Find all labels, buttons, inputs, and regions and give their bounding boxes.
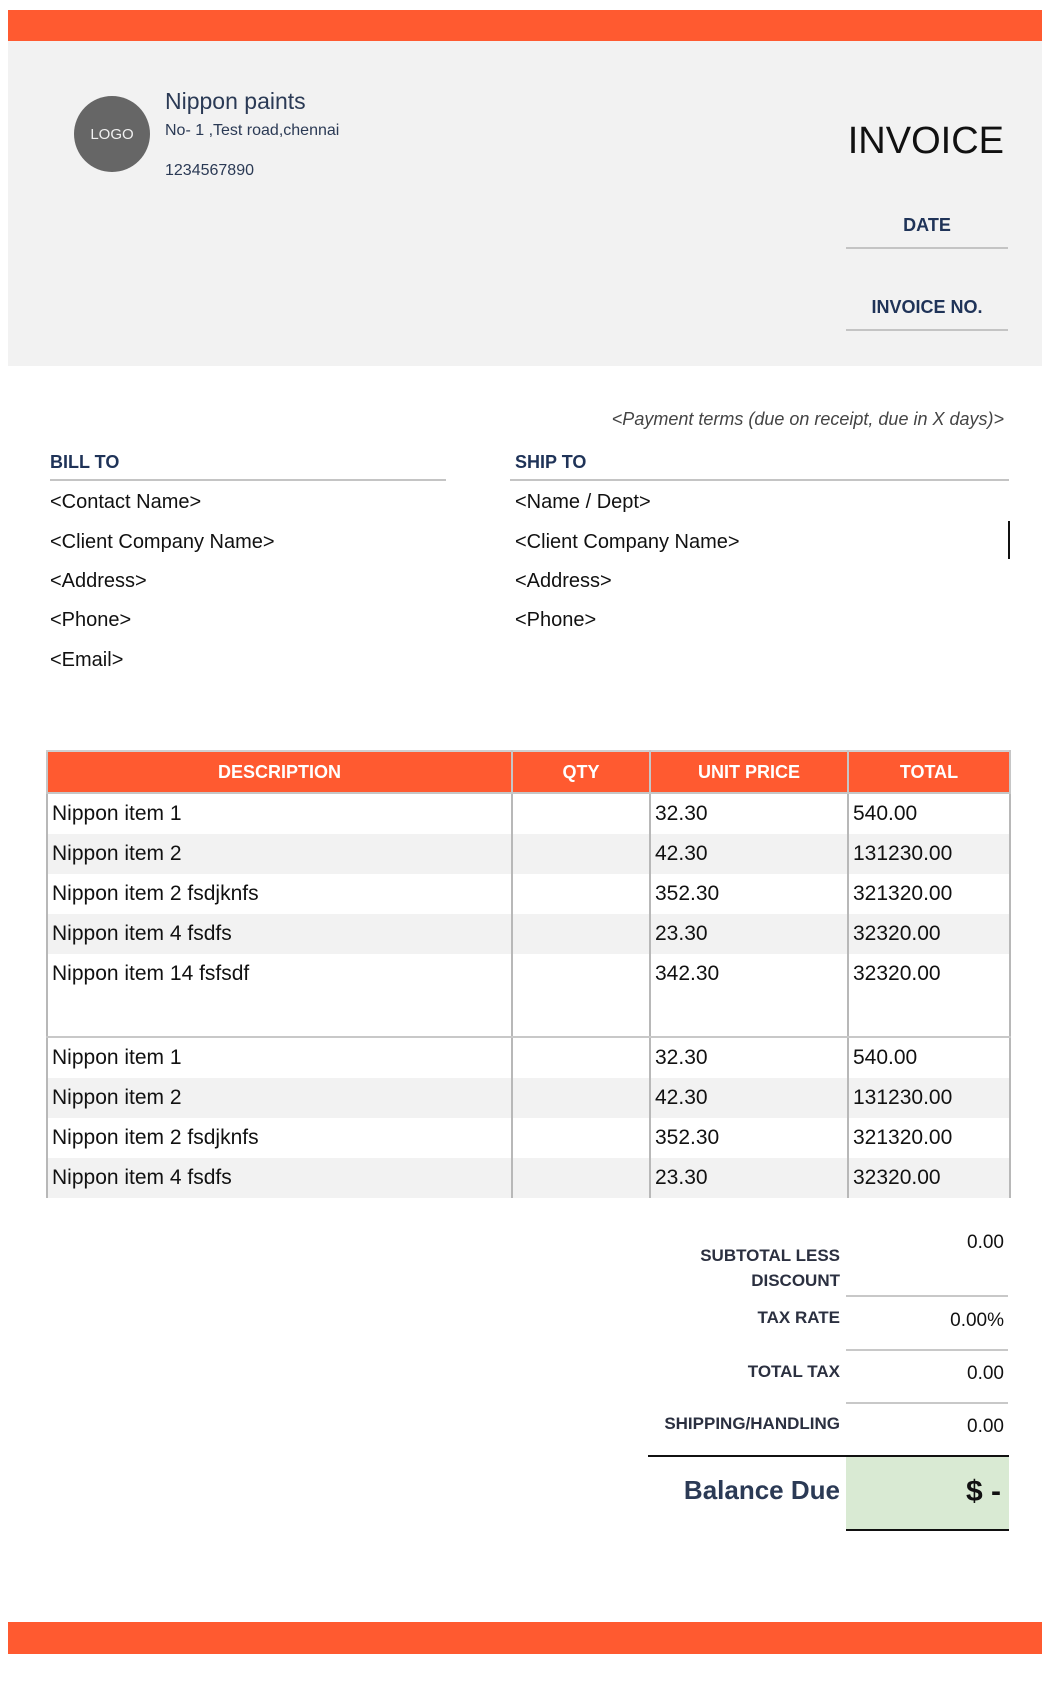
cell-description[interactable]: Nippon item 4 fsdfs (46, 914, 513, 954)
company-logo: LOGO (74, 96, 150, 172)
text-cursor (1008, 521, 1010, 559)
invoice-number-label: INVOICE NO. (871, 297, 983, 317)
cell-qty[interactable] (511, 954, 651, 994)
cell-description[interactable]: Nippon item 2 (46, 834, 513, 874)
subtotal-label-line1: SUBTOTAL LESS (700, 1246, 840, 1265)
cell-total[interactable]: 131230.00 (847, 834, 1011, 874)
tax-rate-underline (846, 1349, 1008, 1351)
cell-qty[interactable] (511, 914, 651, 954)
cell-description[interactable]: Nippon item 4 fsdfs (46, 1158, 513, 1198)
balance-due-value[interactable]: $ - (966, 1475, 1001, 1509)
cell-total[interactable]: 540.00 (847, 793, 1011, 834)
company-phone[interactable]: 1234567890 (165, 162, 254, 180)
subtotal-label: SUBTOTAL LESS DISCOUNT (620, 1243, 840, 1293)
company-address[interactable]: No- 1 ,Test road,chennai (165, 122, 339, 140)
invoice-number-field-underline[interactable] (846, 329, 1008, 331)
table-row: Nippon item 1 32.30 540.00 (46, 1037, 1011, 1078)
table-row: Nippon item 1 32.30 540.00 (46, 793, 1011, 834)
cell-qty[interactable] (511, 874, 651, 914)
bill-to-title: BILL TO (50, 452, 120, 472)
cell-qty[interactable] (511, 994, 651, 1038)
subtotal-label-line2: DISCOUNT (751, 1271, 840, 1290)
ship-to-name-dept[interactable]: <Name / Dept> (515, 491, 651, 514)
bill-to-underline (50, 479, 446, 481)
cell-total[interactable]: 32320.00 (847, 954, 1011, 994)
cell-total[interactable] (847, 994, 1011, 1038)
cell-description[interactable]: Nippon item 2 (46, 1078, 513, 1118)
cell-qty[interactable] (511, 1078, 651, 1118)
cell-unit-price[interactable]: 342.30 (649, 954, 849, 994)
bottom-accent-bar (8, 1622, 1042, 1654)
cell-unit-price[interactable]: 32.30 (649, 793, 849, 834)
cell-total[interactable]: 321320.00 (847, 874, 1011, 914)
shipping-label: SHIPPING/HANDLING (664, 1414, 840, 1433)
ship-to-title: SHIP TO (515, 452, 587, 472)
cell-description[interactable]: Nippon item 2 fsdjknfs (46, 874, 513, 914)
cell-unit-price[interactable]: 23.30 (649, 1158, 849, 1198)
cell-description[interactable]: Nippon item 2 fsdjknfs (46, 1118, 513, 1158)
table-row: Nippon item 4 fsdfs 23.30 32320.00 (46, 914, 1011, 954)
cell-qty[interactable] (511, 1158, 651, 1198)
cell-unit-price[interactable]: 32.30 (649, 1037, 849, 1078)
cell-qty[interactable] (511, 793, 651, 834)
date-field-underline[interactable] (846, 247, 1008, 249)
cell-qty[interactable] (511, 834, 651, 874)
cell-qty[interactable] (511, 1037, 651, 1078)
subtotal-underline (846, 1295, 1008, 1297)
subtotal-value[interactable]: 0.00 (846, 1232, 1004, 1254)
column-header-total: TOTAL (847, 750, 1011, 794)
ship-to-phone[interactable]: <Phone> (515, 609, 596, 632)
cell-unit-price[interactable]: 352.30 (649, 874, 849, 914)
bill-to-address[interactable]: <Address> (50, 570, 147, 593)
cell-total[interactable]: 321320.00 (847, 1118, 1011, 1158)
bill-to-company-name[interactable]: <Client Company Name> (50, 531, 275, 554)
cell-description[interactable]: Nippon item 1 (46, 1037, 513, 1078)
table-header-row: DESCRIPTION QTY UNIT PRICE TOTAL (46, 750, 1011, 794)
table-row: Nippon item 4 fsdfs 23.30 32320.00 (46, 1158, 1011, 1198)
bill-to-contact-name[interactable]: <Contact Name> (50, 491, 201, 514)
column-header-description: DESCRIPTION (46, 750, 513, 794)
bill-to-phone[interactable]: <Phone> (50, 609, 131, 632)
invoice-title: INVOICE (847, 120, 1004, 162)
tax-rate-label: TAX RATE (757, 1308, 840, 1327)
bill-to-email[interactable]: <Email> (50, 649, 123, 672)
payment-terms[interactable]: <Payment terms (due on receipt, due in X… (480, 409, 1004, 430)
company-name[interactable]: Nippon paints (165, 88, 306, 115)
cell-total[interactable]: 32320.00 (847, 1158, 1011, 1198)
ship-to-company-name[interactable]: <Client Company Name> (515, 531, 740, 554)
cell-unit-price[interactable] (649, 994, 849, 1038)
ship-to-underline (510, 479, 1009, 481)
table-row: Nippon item 2 42.30 131230.00 (46, 1078, 1011, 1118)
table-row: Nippon item 2 fsdjknfs 352.30 321320.00 (46, 1118, 1011, 1158)
date-label: DATE (903, 215, 951, 235)
cell-unit-price[interactable]: 23.30 (649, 914, 849, 954)
cell-unit-price[interactable]: 42.30 (649, 1078, 849, 1118)
column-header-unit-price: UNIT PRICE (649, 750, 849, 794)
balance-due-box: $ - (846, 1457, 1009, 1531)
line-items-table: DESCRIPTION QTY UNIT PRICE TOTAL Nippon … (46, 750, 1011, 1198)
table-row (46, 994, 1011, 1038)
total-tax-label: TOTAL TAX (747, 1362, 840, 1381)
cell-total[interactable]: 131230.00 (847, 1078, 1011, 1118)
cell-description[interactable]: Nippon item 1 (46, 793, 513, 834)
total-tax-underline (846, 1402, 1008, 1404)
column-header-qty: QTY (511, 750, 651, 794)
table-row: Nippon item 14 fsfsdf 342.30 32320.00 (46, 954, 1011, 994)
shipping-value[interactable]: 0.00 (846, 1416, 1004, 1438)
balance-due-label: Balance Due (683, 1475, 840, 1505)
cell-qty[interactable] (511, 1118, 651, 1158)
cell-unit-price[interactable]: 352.30 (649, 1118, 849, 1158)
cell-description[interactable]: Nippon item 14 fsfsdf (46, 954, 513, 994)
ship-to-address[interactable]: <Address> (515, 570, 612, 593)
table-row: Nippon item 2 fsdjknfs 352.30 321320.00 (46, 874, 1011, 914)
tax-rate-value[interactable]: 0.00% (846, 1310, 1004, 1332)
table-row: Nippon item 2 42.30 131230.00 (46, 834, 1011, 874)
cell-description[interactable] (46, 994, 513, 1038)
cell-total[interactable]: 540.00 (847, 1037, 1011, 1078)
cell-total[interactable]: 32320.00 (847, 914, 1011, 954)
top-accent-bar (8, 10, 1042, 41)
cell-unit-price[interactable]: 42.30 (649, 834, 849, 874)
total-tax-value[interactable]: 0.00 (846, 1363, 1004, 1385)
